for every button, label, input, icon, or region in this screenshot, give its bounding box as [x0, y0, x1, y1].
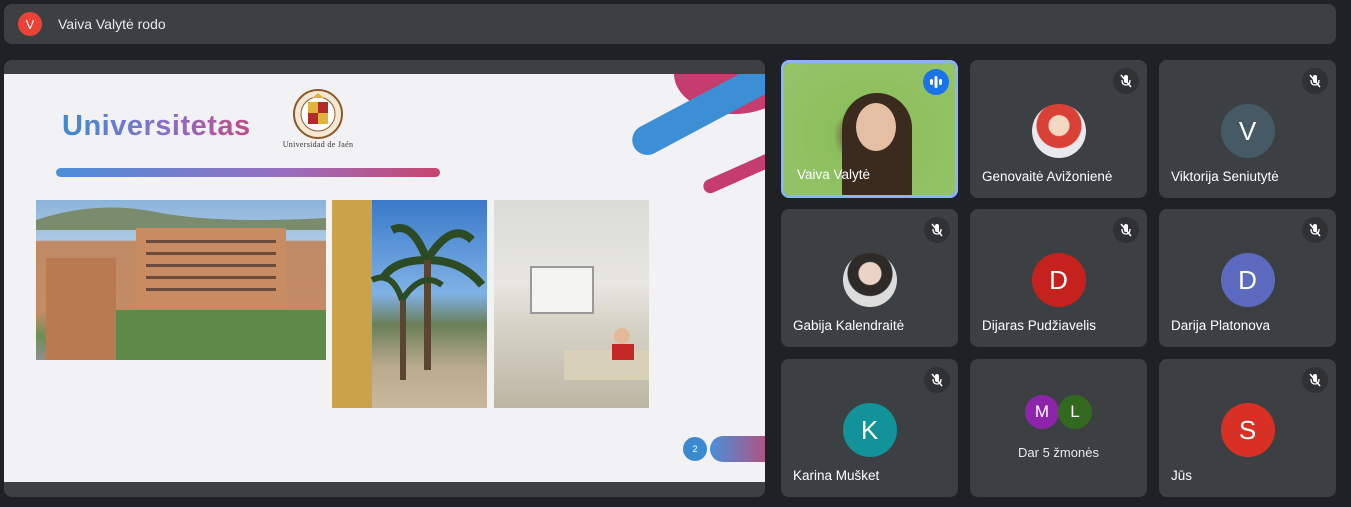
participant-tile-speaking[interactable]: Vaiva Valytė [781, 60, 958, 198]
slide-gradient-bar [56, 168, 440, 177]
participant-name: Vaiva Valytė [797, 167, 871, 182]
slide-page-number: 2 [683, 437, 707, 461]
university-name: Universidad de Jaén [282, 140, 354, 149]
participant-name: Gabija Kalendraitė [793, 318, 905, 333]
participant-tile[interactable]: V Viktorija Seniutytė [1159, 60, 1336, 198]
self-tile[interactable]: S Jūs [1159, 359, 1336, 497]
participant-tile[interactable]: D Dijaras Pudžiavelis [970, 209, 1147, 347]
participant-name: Jūs [1171, 468, 1193, 483]
avatar: D [1220, 253, 1275, 307]
mic-off-icon [1113, 217, 1139, 243]
avatar: M [1025, 395, 1059, 429]
classroom-photo [494, 200, 649, 408]
participant-tile[interactable]: Genovaitė Avižonienė [970, 60, 1147, 198]
avatar: D [1031, 253, 1086, 307]
video-face [856, 103, 896, 151]
mic-off-icon [1302, 68, 1328, 94]
mic-off-icon [924, 367, 950, 393]
mic-off-icon [1113, 68, 1139, 94]
participant-tile[interactable]: Gabija Kalendraitė [781, 209, 958, 347]
avatar: S [1220, 403, 1275, 457]
participant-name: Karina Mušket [793, 468, 880, 483]
others-count-label: Dar 5 žmonės [1018, 445, 1099, 460]
presenter-bar: V Vaiva Valytė rodo [4, 4, 1336, 44]
mic-off-icon [1302, 367, 1328, 393]
slide-decoration-stripe-small [701, 141, 765, 196]
campus-photo [36, 200, 326, 360]
participant-name: Dijaras Pudžiavelis [982, 318, 1097, 333]
presenter-avatar: V [18, 12, 42, 36]
speaking-indicator-icon [923, 69, 949, 95]
participant-tile[interactable]: D Darija Platonova [1159, 209, 1336, 347]
slide-decoration-pill [710, 436, 765, 462]
avatar: K [842, 403, 897, 457]
presentation-stage[interactable]: Universitetas Universidad de Jaén 2 [4, 60, 765, 497]
mic-off-icon [1302, 217, 1328, 243]
palm-tree-photo [332, 200, 487, 408]
participant-name: Viktorija Seniutytė [1171, 169, 1279, 184]
others-tile[interactable]: M L Dar 5 žmonės [970, 359, 1147, 497]
avatar [1031, 104, 1086, 158]
participant-tile[interactable]: K Karina Mušket [781, 359, 958, 497]
avatar [842, 253, 897, 307]
presentation-slide: Universitetas Universidad de Jaén 2 [4, 74, 765, 482]
avatar: V [1220, 104, 1275, 158]
participant-name: Genovaitė Avižonienė [982, 169, 1113, 184]
avatar: L [1058, 395, 1092, 429]
mic-off-icon [924, 217, 950, 243]
slide-title: Universitetas [62, 110, 251, 142]
presenter-label: Vaiva Valytė rodo [58, 16, 166, 32]
participant-name: Darija Platonova [1171, 318, 1271, 333]
